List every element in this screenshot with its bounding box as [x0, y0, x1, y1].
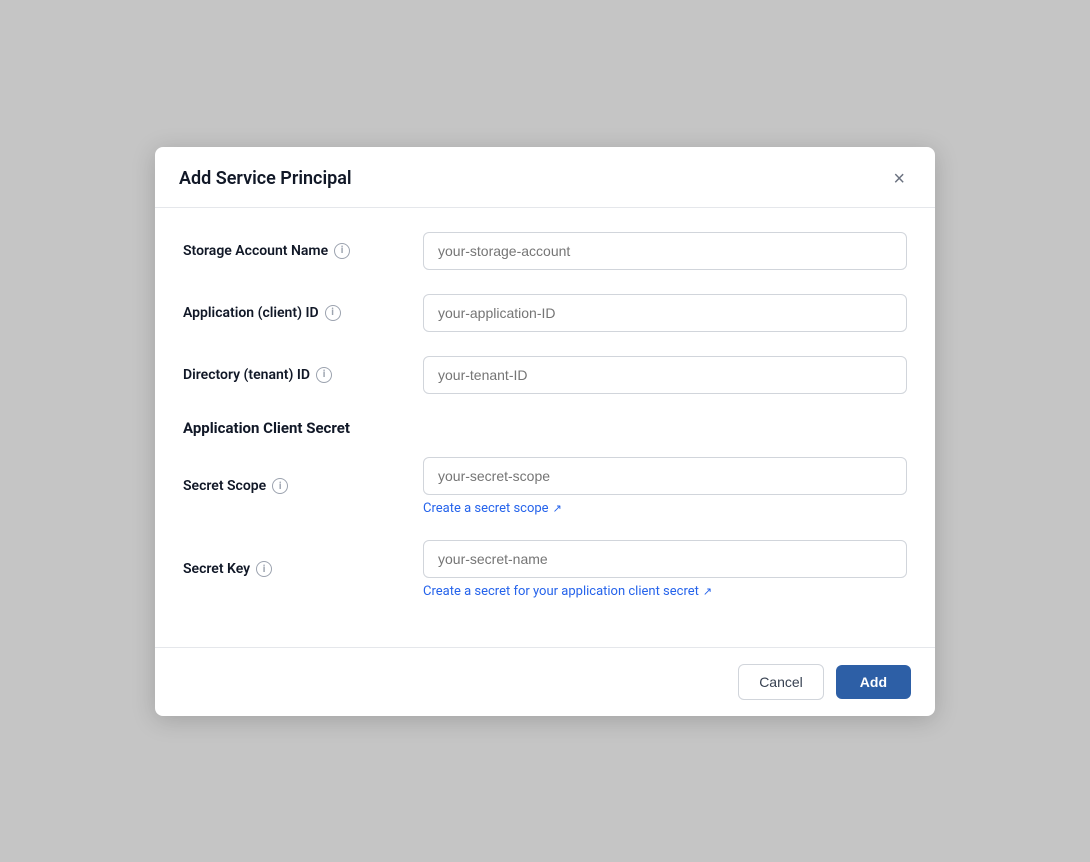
close-button[interactable]: ×: [887, 167, 911, 191]
modal-footer: Cancel Add: [155, 647, 935, 716]
info-icon-secret-scope[interactable]: i: [272, 478, 288, 494]
label-group-application-id: Application (client) ID i: [183, 305, 403, 321]
label-group-storage-account: Storage Account Name i: [183, 243, 403, 259]
external-link-icon-key: ↗: [703, 585, 712, 598]
label-group-secret-scope: Secret Scope i: [183, 478, 403, 494]
add-button[interactable]: Add: [836, 665, 911, 699]
info-icon-secret-key[interactable]: i: [256, 561, 272, 577]
cancel-button[interactable]: Cancel: [738, 664, 824, 700]
section-label-client-secret: Application Client Secret: [183, 419, 350, 437]
modal-overlay: Add Service Principal × Storage Account …: [0, 0, 1090, 862]
label-group-tenant-id: Directory (tenant) ID i: [183, 367, 403, 383]
label-secret-key: Secret Key: [183, 561, 250, 577]
input-secret-scope[interactable]: [423, 457, 907, 495]
field-with-link-secret-scope: Create a secret scope ↗: [423, 457, 907, 516]
label-application-id: Application (client) ID: [183, 305, 319, 321]
link-text-create-secret-scope: Create a secret scope: [423, 501, 549, 516]
form-row-tenant-id: Directory (tenant) ID i: [183, 356, 907, 394]
form-row-secret-scope: Secret Scope i Create a secret scope ↗: [183, 457, 907, 516]
modal-dialog: Add Service Principal × Storage Account …: [155, 147, 935, 716]
modal-header: Add Service Principal ×: [155, 147, 935, 208]
input-application-id[interactable]: [423, 294, 907, 332]
label-group-secret-key: Secret Key i: [183, 561, 403, 577]
modal-body: Storage Account Name i Application (clie…: [155, 208, 935, 647]
field-with-link-secret-key: Create a secret for your application cli…: [423, 540, 907, 599]
info-icon-application-id[interactable]: i: [325, 305, 341, 321]
info-icon-storage-account[interactable]: i: [334, 243, 350, 259]
section-divider: Application Client Secret: [183, 418, 907, 437]
external-link-icon-scope: ↗: [553, 502, 562, 515]
form-row-application-id: Application (client) ID i: [183, 294, 907, 332]
label-secret-scope: Secret Scope: [183, 478, 266, 494]
input-tenant-id[interactable]: [423, 356, 907, 394]
input-secret-key[interactable]: [423, 540, 907, 578]
form-row-secret-key: Secret Key i Create a secret for your ap…: [183, 540, 907, 599]
label-tenant-id: Directory (tenant) ID: [183, 367, 310, 383]
input-storage-account[interactable]: [423, 232, 907, 270]
form-row-storage-account: Storage Account Name i: [183, 232, 907, 270]
info-icon-tenant-id[interactable]: i: [316, 367, 332, 383]
link-create-secret-scope[interactable]: Create a secret scope ↗: [423, 501, 907, 516]
modal-title: Add Service Principal: [179, 168, 352, 189]
link-text-create-secret-key: Create a secret for your application cli…: [423, 584, 699, 599]
label-storage-account: Storage Account Name: [183, 243, 328, 259]
link-create-secret-key[interactable]: Create a secret for your application cli…: [423, 584, 907, 599]
